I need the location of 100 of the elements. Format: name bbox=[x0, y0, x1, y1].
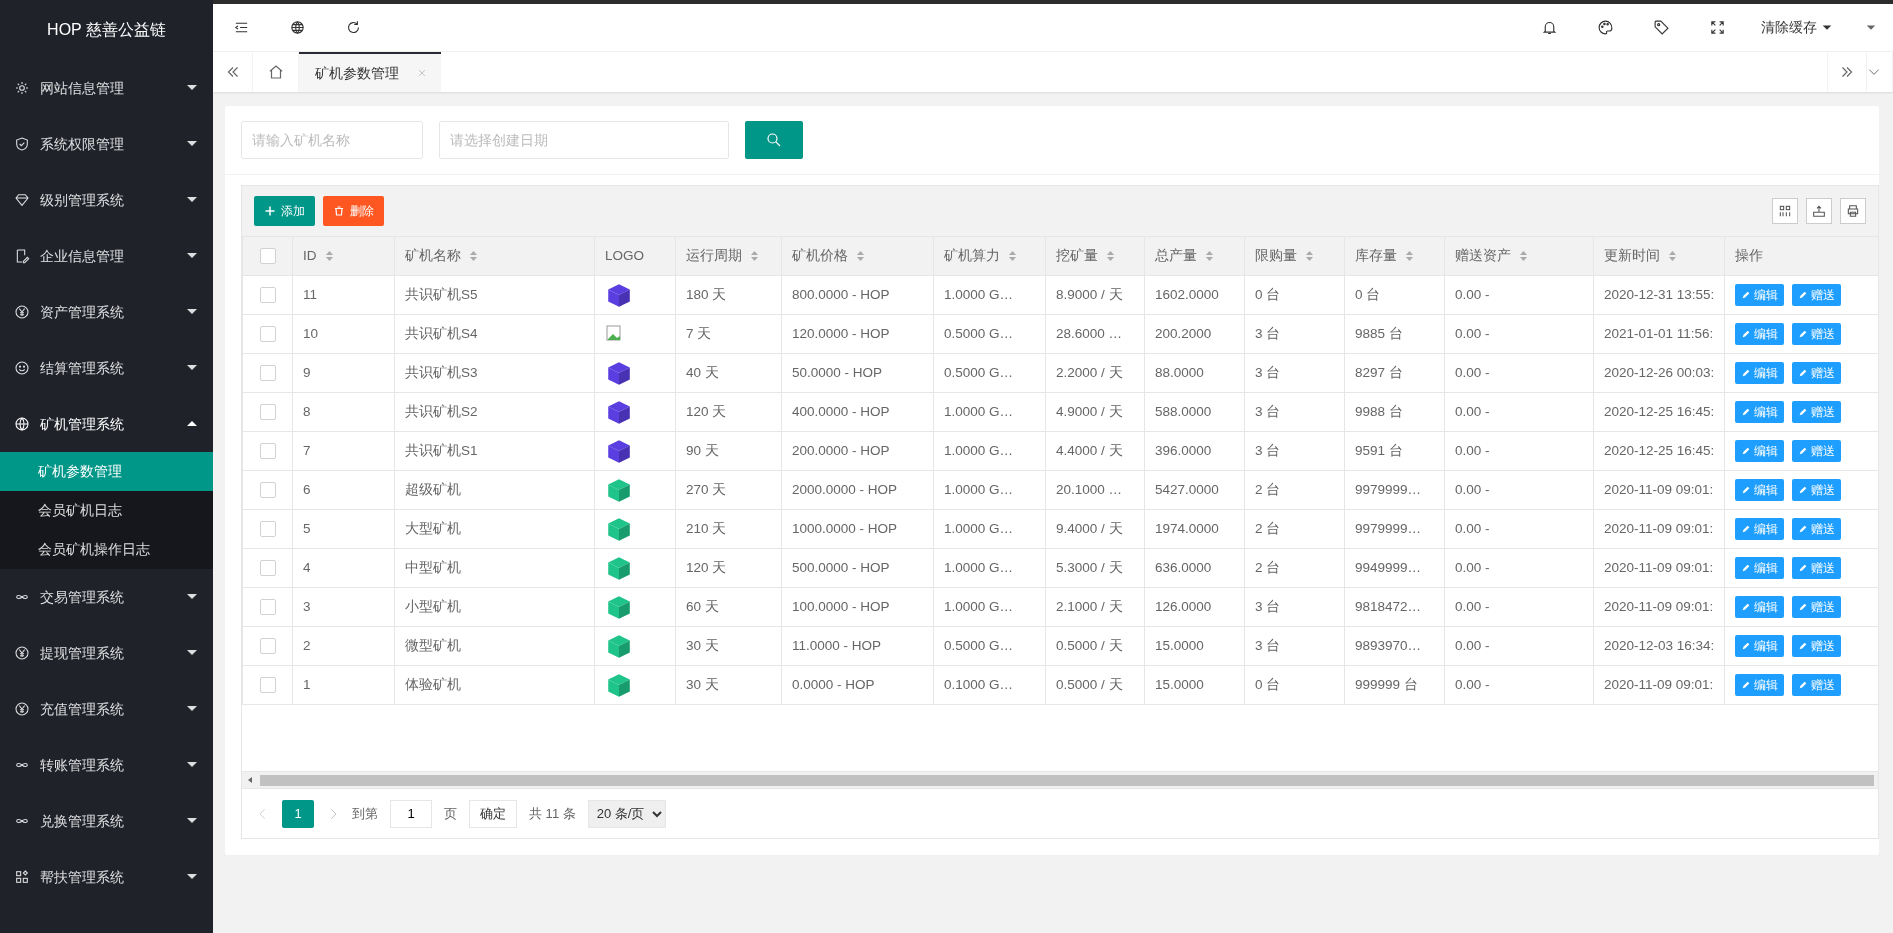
row-checkbox[interactable] bbox=[259, 404, 276, 421]
column-header[interactable]: ID bbox=[303, 245, 317, 267]
sidebar-menu-item[interactable]: 兑换管理系统 bbox=[0, 793, 213, 849]
sidebar-submenu-item[interactable]: 会员矿机操作日志 bbox=[0, 530, 213, 569]
table-cell: 2020-11-09 09:01: bbox=[1604, 676, 1714, 692]
sort-icon[interactable] bbox=[856, 250, 865, 262]
table-cell: 1974.0000 bbox=[1155, 520, 1219, 536]
bell-icon[interactable] bbox=[1540, 19, 1558, 36]
gift-button[interactable]: 赠送 bbox=[1792, 518, 1841, 540]
sidebar-menu-item[interactable]: 转账管理系统 bbox=[0, 737, 213, 793]
clear-cache-dropdown[interactable]: 清除缓存 bbox=[1745, 17, 1849, 38]
row-checkbox[interactable] bbox=[259, 326, 276, 343]
tag-icon[interactable] bbox=[1652, 19, 1670, 36]
sidebar-menu-item[interactable]: 充值管理系统 bbox=[0, 681, 213, 737]
row-checkbox[interactable] bbox=[259, 287, 276, 304]
edit-button[interactable]: 编辑 bbox=[1735, 596, 1784, 618]
sidebar-menu-item[interactable]: 网站信息管理 bbox=[0, 60, 213, 116]
sort-icon[interactable] bbox=[1106, 250, 1115, 262]
table-cell: 210 天 bbox=[686, 520, 727, 536]
page-size-select[interactable]: 20 条/页 bbox=[587, 799, 666, 828]
page-number[interactable]: 1 bbox=[282, 799, 314, 828]
sidebar-menu-item[interactable]: 企业信息管理 bbox=[0, 228, 213, 284]
gift-button[interactable]: 赠送 bbox=[1792, 362, 1841, 384]
row-checkbox[interactable] bbox=[259, 482, 276, 499]
sidebar-menu-item[interactable]: 结算管理系统 bbox=[0, 340, 213, 396]
gift-button[interactable]: 赠送 bbox=[1792, 479, 1841, 501]
select-all-checkbox[interactable] bbox=[259, 248, 276, 265]
table-cell: 636.0000 bbox=[1155, 559, 1212, 575]
gift-button[interactable]: 赠送 bbox=[1792, 284, 1841, 306]
edit-button[interactable]: 编辑 bbox=[1735, 518, 1784, 540]
edit-button[interactable]: 编辑 bbox=[1735, 323, 1784, 345]
table-cell: 9979999… bbox=[1355, 481, 1422, 497]
sort-icon[interactable] bbox=[1405, 250, 1414, 262]
sidebar-menu-item[interactable]: 帮扶管理系统 bbox=[0, 849, 213, 905]
table-cell: 30 天 bbox=[686, 676, 719, 692]
print-icon[interactable] bbox=[1845, 203, 1861, 219]
gift-button[interactable]: 赠送 bbox=[1792, 674, 1841, 696]
gift-button[interactable]: 赠送 bbox=[1792, 557, 1841, 579]
scroll-left-icon[interactable] bbox=[246, 776, 254, 784]
columns-icon[interactable] bbox=[1777, 203, 1793, 219]
sort-icon[interactable] bbox=[1205, 250, 1214, 262]
close-icon[interactable] bbox=[417, 68, 427, 78]
scrollbar-thumb[interactable] bbox=[260, 774, 1874, 786]
sidebar-menu-item[interactable]: 提现管理系统 bbox=[0, 625, 213, 681]
row-checkbox[interactable] bbox=[259, 521, 276, 538]
row-checkbox[interactable] bbox=[259, 560, 276, 577]
table-cell: 15.0000 bbox=[1155, 676, 1204, 692]
edit-button[interactable]: 编辑 bbox=[1735, 284, 1784, 306]
edit-button[interactable]: 编辑 bbox=[1735, 401, 1784, 423]
row-checkbox[interactable] bbox=[259, 599, 276, 616]
table-cell: 396.0000 bbox=[1155, 442, 1212, 458]
sidebar-submenu-item[interactable]: 会员矿机日志 bbox=[0, 491, 213, 530]
page-input[interactable]: 1 bbox=[390, 799, 432, 828]
sidebar-menu-item[interactable]: 交易管理系统 bbox=[0, 569, 213, 625]
edit-button[interactable]: 编辑 bbox=[1735, 479, 1784, 501]
table-cell: 500.0000 - HOP bbox=[792, 559, 890, 575]
export-icon[interactable] bbox=[1811, 203, 1827, 219]
row-checkbox[interactable] bbox=[259, 443, 276, 460]
palette-icon[interactable] bbox=[1596, 19, 1614, 36]
sort-icon[interactable] bbox=[1008, 250, 1017, 262]
sort-icon[interactable] bbox=[1519, 250, 1528, 262]
table-cell: 2020-12-26 00:03: bbox=[1604, 364, 1715, 380]
table-cell: 1.0000 G… bbox=[944, 520, 1014, 536]
sidebar-menu-item[interactable]: 级别管理系统 bbox=[0, 172, 213, 228]
edit-button[interactable]: 编辑 bbox=[1735, 557, 1784, 579]
edit-button[interactable]: 编辑 bbox=[1735, 635, 1784, 657]
sidebar-submenu-item[interactable]: 矿机参数管理 bbox=[0, 452, 213, 491]
gift-button[interactable]: 赠送 bbox=[1792, 440, 1841, 462]
table-cell: 50.0000 - HOP bbox=[792, 364, 883, 380]
row-checkbox[interactable] bbox=[259, 677, 276, 694]
sidebar-menu-item[interactable]: 系统权限管理 bbox=[0, 116, 213, 172]
sort-icon[interactable] bbox=[750, 250, 759, 262]
sort-icon[interactable] bbox=[469, 250, 478, 262]
gift-button[interactable]: 赠送 bbox=[1792, 323, 1841, 345]
edit-button[interactable]: 编辑 bbox=[1735, 362, 1784, 384]
confirm-button[interactable]: 确定 bbox=[469, 799, 517, 828]
sidebar-menu-item[interactable]: 矿机管理系统 bbox=[0, 396, 213, 452]
sort-icon[interactable] bbox=[1305, 250, 1314, 262]
fullscreen-icon[interactable] bbox=[1708, 19, 1726, 36]
gift-button[interactable]: 赠送 bbox=[1792, 596, 1841, 618]
table-cell: 2020-11-09 09:01: bbox=[1604, 559, 1714, 575]
search-button[interactable] bbox=[745, 121, 803, 159]
edit-button[interactable]: 编辑 bbox=[1735, 674, 1784, 696]
row-checkbox[interactable] bbox=[259, 638, 276, 655]
name-search-field[interactable]: 请输入矿机名称 bbox=[241, 121, 423, 159]
row-checkbox[interactable] bbox=[259, 365, 276, 382]
column-header[interactable]: 矿机名称 bbox=[405, 245, 461, 267]
sidebar-menu-item[interactable]: 资产管理系统 bbox=[0, 284, 213, 340]
add-button[interactable]: 添加 bbox=[254, 196, 315, 226]
gift-button[interactable]: 赠送 bbox=[1792, 401, 1841, 423]
delete-button[interactable]: 删除 bbox=[323, 196, 384, 226]
diamond-icon bbox=[14, 192, 30, 208]
table-cell: 0 台 bbox=[1255, 286, 1281, 302]
page-tab[interactable]: 矿机参数管理 bbox=[299, 52, 441, 92]
sort-icon[interactable] bbox=[324, 250, 334, 262]
globe-icon[interactable] bbox=[288, 19, 306, 36]
edit-button[interactable]: 编辑 bbox=[1735, 440, 1784, 462]
gift-button[interactable]: 赠送 bbox=[1792, 635, 1841, 657]
sort-icon[interactable] bbox=[1668, 250, 1677, 262]
date-picker-field[interactable]: 请选择创建日期 bbox=[439, 121, 729, 159]
